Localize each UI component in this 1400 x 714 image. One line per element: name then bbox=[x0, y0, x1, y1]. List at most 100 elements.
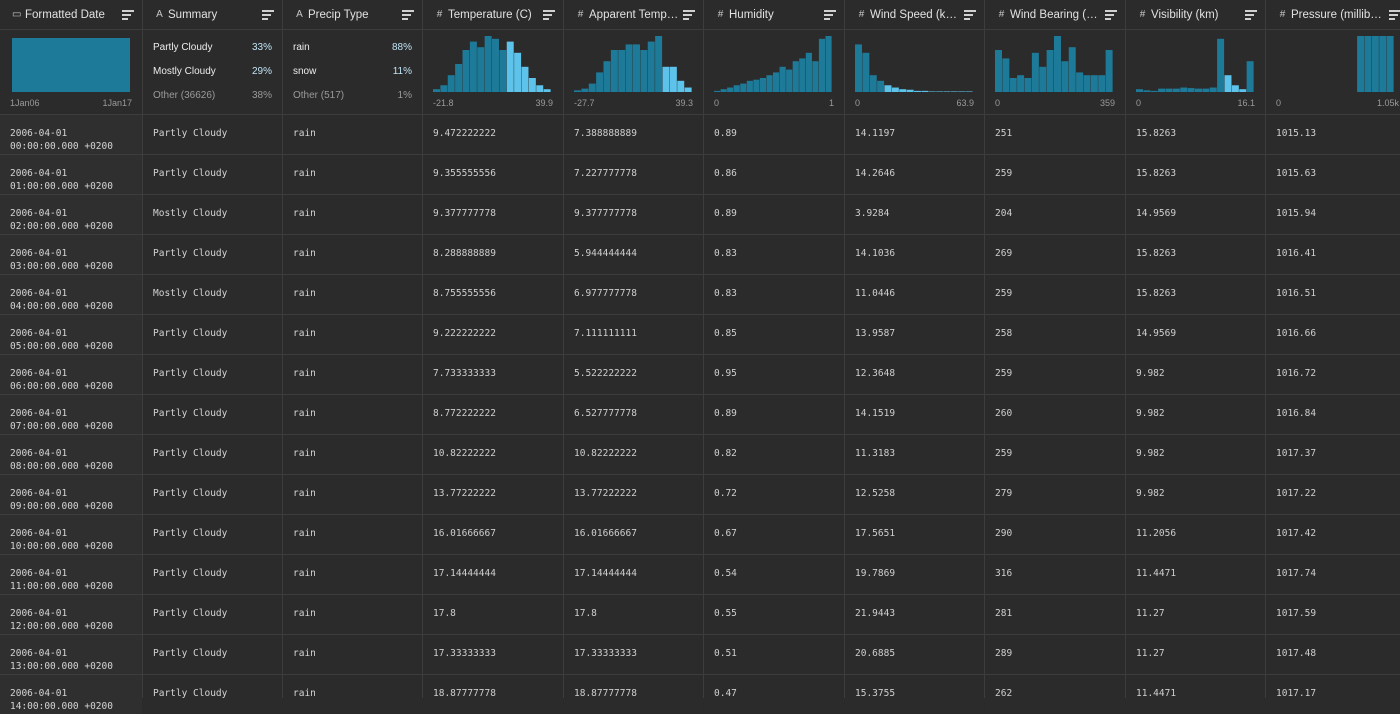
table-cell[interactable]: 18.87777778 bbox=[564, 675, 703, 714]
table-cell[interactable]: rain bbox=[283, 515, 422, 554]
histogram-chart[interactable] bbox=[574, 36, 692, 92]
table-cell[interactable]: 8.288888889 bbox=[423, 235, 563, 274]
table-cell[interactable]: 2006-04-01 03:00:00.000 +0200 bbox=[0, 235, 142, 274]
column-menu-icon[interactable] bbox=[964, 10, 976, 20]
column-menu-icon[interactable] bbox=[1245, 10, 1257, 20]
table-cell[interactable]: 3.9284 bbox=[845, 195, 984, 234]
table-cell[interactable]: rain bbox=[283, 635, 422, 674]
table-cell[interactable]: 9.982 bbox=[1126, 355, 1265, 394]
table-cell[interactable]: 0.51 bbox=[704, 635, 844, 674]
table-cell[interactable]: 13.9587 bbox=[845, 315, 984, 354]
table-cell[interactable]: 289 bbox=[985, 635, 1125, 674]
histogram[interactable] bbox=[1276, 36, 1399, 92]
table-cell[interactable]: 17.14444444 bbox=[564, 555, 703, 594]
table-cell[interactable]: 259 bbox=[985, 275, 1125, 314]
table-cell[interactable]: Partly Cloudy bbox=[143, 675, 282, 714]
table-cell[interactable]: rain bbox=[283, 275, 422, 314]
table-cell[interactable]: 13.77222222 bbox=[564, 475, 703, 514]
table-cell[interactable]: rain bbox=[283, 395, 422, 434]
table-cell[interactable]: Mostly Cloudy bbox=[143, 195, 282, 234]
table-cell[interactable]: 17.8 bbox=[423, 595, 563, 634]
table-cell[interactable]: 2006-04-01 13:00:00.000 +0200 bbox=[0, 635, 142, 674]
table-cell[interactable]: 1017.59 bbox=[1266, 595, 1400, 634]
table-cell[interactable]: 0.54 bbox=[704, 555, 844, 594]
table-cell[interactable]: 9.982 bbox=[1126, 475, 1265, 514]
table-cell[interactable]: 15.8263 bbox=[1126, 115, 1265, 154]
table-cell[interactable]: rain bbox=[283, 435, 422, 474]
column-header[interactable]: # Wind Speed (km/h) bbox=[845, 0, 984, 29]
table-cell[interactable]: 15.8263 bbox=[1126, 275, 1265, 314]
category-row[interactable]: rain 88% bbox=[293, 42, 412, 53]
histogram-chart[interactable] bbox=[855, 36, 973, 92]
table-cell[interactable]: 1016.72 bbox=[1266, 355, 1400, 394]
table-cell[interactable]: 262 bbox=[985, 675, 1125, 714]
table-cell[interactable]: rain bbox=[283, 675, 422, 714]
table-cell[interactable]: 2006-04-01 09:00:00.000 +0200 bbox=[0, 475, 142, 514]
table-cell[interactable]: 260 bbox=[985, 395, 1125, 434]
column-header[interactable]: # Humidity bbox=[704, 0, 844, 29]
table-cell[interactable]: 281 bbox=[985, 595, 1125, 634]
table-cell[interactable]: 279 bbox=[985, 475, 1125, 514]
table-cell[interactable]: 0.83 bbox=[704, 235, 844, 274]
table-cell[interactable]: 2006-04-01 01:00:00.000 +0200 bbox=[0, 155, 142, 194]
table-cell[interactable]: 8.755555556 bbox=[423, 275, 563, 314]
table-cell[interactable]: 2006-04-01 06:00:00.000 +0200 bbox=[0, 355, 142, 394]
table-cell[interactable]: 0.95 bbox=[704, 355, 844, 394]
table-cell[interactable]: 259 bbox=[985, 155, 1125, 194]
column-menu-icon[interactable] bbox=[1105, 10, 1117, 20]
table-cell[interactable]: 17.5651 bbox=[845, 515, 984, 554]
table-cell[interactable]: 14.1197 bbox=[845, 115, 984, 154]
histogram[interactable] bbox=[855, 36, 974, 92]
table-cell[interactable]: 16.01666667 bbox=[564, 515, 703, 554]
table-cell[interactable]: 0.86 bbox=[704, 155, 844, 194]
table-cell[interactable]: 11.27 bbox=[1126, 595, 1265, 634]
table-cell[interactable]: Partly Cloudy bbox=[143, 115, 282, 154]
histogram-chart[interactable] bbox=[1276, 36, 1394, 92]
table-cell[interactable]: 8.772222222 bbox=[423, 395, 563, 434]
column-menu-icon[interactable] bbox=[122, 10, 134, 20]
table-cell[interactable]: 2006-04-01 11:00:00.000 +0200 bbox=[0, 555, 142, 594]
table-cell[interactable]: 2006-04-01 14:00:00.000 +0200 bbox=[0, 675, 142, 714]
table-cell[interactable]: 15.3755 bbox=[845, 675, 984, 714]
column-menu-icon[interactable] bbox=[1389, 10, 1400, 20]
column-header[interactable]: A Summary bbox=[143, 0, 282, 29]
table-cell[interactable]: rain bbox=[283, 235, 422, 274]
table-cell[interactable]: 9.982 bbox=[1126, 395, 1265, 434]
table-cell[interactable]: 9.355555556 bbox=[423, 155, 563, 194]
table-cell[interactable]: rain bbox=[283, 155, 422, 194]
table-cell[interactable]: 1015.63 bbox=[1266, 155, 1400, 194]
table-cell[interactable]: 17.33333333 bbox=[423, 635, 563, 674]
table-cell[interactable]: 11.4471 bbox=[1126, 675, 1265, 714]
table-cell[interactable]: Mostly Cloudy bbox=[143, 275, 282, 314]
table-cell[interactable]: 12.3648 bbox=[845, 355, 984, 394]
table-cell[interactable]: 2006-04-01 08:00:00.000 +0200 bbox=[0, 435, 142, 474]
table-cell[interactable]: 316 bbox=[985, 555, 1125, 594]
table-cell[interactable]: 7.388888889 bbox=[564, 115, 703, 154]
column-header[interactable]: ▭ Formatted Date bbox=[0, 0, 142, 29]
table-cell[interactable]: 9.982 bbox=[1126, 435, 1265, 474]
table-cell[interactable]: 2006-04-01 02:00:00.000 +0200 bbox=[0, 195, 142, 234]
table-cell[interactable]: Partly Cloudy bbox=[143, 355, 282, 394]
table-cell[interactable]: 21.9443 bbox=[845, 595, 984, 634]
table-cell[interactable]: 14.9569 bbox=[1126, 195, 1265, 234]
histogram[interactable] bbox=[574, 36, 693, 92]
column-menu-icon[interactable] bbox=[824, 10, 836, 20]
table-cell[interactable]: 9.377777778 bbox=[423, 195, 563, 234]
table-cell[interactable]: 0.89 bbox=[704, 395, 844, 434]
table-cell[interactable]: 15.8263 bbox=[1126, 155, 1265, 194]
table-cell[interactable]: 5.522222222 bbox=[564, 355, 703, 394]
table-cell[interactable]: 259 bbox=[985, 355, 1125, 394]
category-row[interactable]: snow 11% bbox=[293, 66, 412, 77]
histogram[interactable] bbox=[995, 36, 1115, 92]
category-row[interactable]: Other (517) 1% bbox=[293, 90, 412, 101]
table-cell[interactable]: 2006-04-01 07:00:00.000 +0200 bbox=[0, 395, 142, 434]
table-cell[interactable]: 0.82 bbox=[704, 435, 844, 474]
table-cell[interactable]: Partly Cloudy bbox=[143, 555, 282, 594]
table-cell[interactable]: 11.3183 bbox=[845, 435, 984, 474]
column-menu-icon[interactable] bbox=[683, 10, 695, 20]
table-cell[interactable]: 10.82222222 bbox=[423, 435, 563, 474]
table-cell[interactable]: 2006-04-01 00:00:00.000 +0200 bbox=[0, 115, 142, 154]
table-cell[interactable]: 1016.51 bbox=[1266, 275, 1400, 314]
table-cell[interactable]: Partly Cloudy bbox=[143, 395, 282, 434]
table-cell[interactable]: 16.01666667 bbox=[423, 515, 563, 554]
